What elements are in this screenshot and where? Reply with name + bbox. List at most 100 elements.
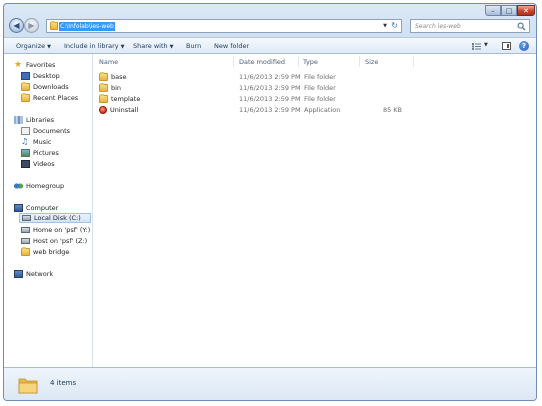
chevron-down-icon: ▼ [169,44,174,50]
nav-pictures-label: Pictures [33,149,59,157]
libraries-icon [14,116,23,124]
nav-host-psf-label: Host on 'psf' (Z:) [33,237,88,245]
chevron-down-icon[interactable]: ▼ [484,42,488,48]
file-type: Application [304,106,341,114]
folder-icon [21,247,30,256]
pictures-icon [21,149,30,157]
table-row[interactable]: Uninstall 11/6/2013 2:59 PM Application … [99,105,529,115]
file-type: File folder [304,84,336,92]
downloads-icon [21,82,30,91]
network-drive-icon [21,238,30,244]
maximize-button[interactable]: □ [501,5,517,16]
recent-places-icon [21,93,30,102]
chevron-down-icon[interactable]: ▼ [383,23,387,29]
search-box[interactable]: Search ies-web [410,19,530,33]
file-size: 85 KB [382,106,402,114]
documents-icon [21,127,30,135]
nav-web-bridge-label: web bridge [33,248,70,256]
include-in-library-button[interactable]: Include in library ▼ [64,42,125,50]
nav-libraries[interactable]: Libraries [14,115,54,125]
nav-local-disk[interactable]: Local Disk (C:) [19,213,91,223]
nav-videos[interactable]: Videos [21,159,55,169]
search-input[interactable]: Search ies-web [415,23,461,30]
preview-pane-icon[interactable] [502,42,511,50]
title-bar: – □ ✕ ◀ ▶ C:\Infolab\ies-web ▼ ↻ Search … [4,4,536,38]
views-icon[interactable] [472,43,481,50]
table-row[interactable]: bin 11/6/2013 2:59 PM File folder [99,83,529,93]
address-bar[interactable]: C:\Infolab\ies-web ▼ ↻ [46,19,402,33]
nav-downloads[interactable]: Downloads [21,82,69,92]
new-folder-button[interactable]: New folder [214,42,249,50]
nav-documents-label: Documents [33,127,71,135]
nav-computer-label: Computer [26,204,59,212]
explorer-window: – □ ✕ ◀ ▶ C:\Infolab\ies-web ▼ ↻ Search … [3,3,537,401]
computer-icon [14,204,23,212]
file-name-cell: bin [99,83,122,92]
column-divider[interactable] [233,56,234,67]
homegroup-icon [14,182,23,190]
column-header-type[interactable]: Type [303,58,318,66]
folder-icon [99,83,108,92]
column-header-date[interactable]: Date modified [239,58,285,66]
column-header-size[interactable]: Size [365,58,378,66]
search-icon[interactable] [517,22,526,31]
nav-music-label: Music [33,138,52,146]
nav-libraries-label: Libraries [26,116,55,124]
share-with-button[interactable]: Share with ▼ [133,42,173,50]
file-date: 11/6/2013 2:59 PM [239,106,301,114]
nav-homegroup-label: Homegroup [26,182,65,190]
nav-home-psf[interactable]: Home on 'psf' (Y:) [21,225,90,235]
include-in-library-label: Include in library [64,42,119,50]
file-type: File folder [304,95,336,103]
minimize-button[interactable]: – [485,5,501,16]
refresh-icon[interactable]: ↻ [391,21,398,30]
forward-button[interactable]: ▶ [24,18,39,33]
organize-label: Organize [16,42,46,50]
close-button[interactable]: ✕ [517,5,535,16]
nav-computer[interactable]: Computer [14,203,58,213]
column-divider[interactable] [413,56,414,67]
organize-button[interactable]: Organize ▼ [16,42,51,50]
nav-host-psf[interactable]: Host on 'psf' (Z:) [21,236,87,246]
file-name-cell: base [99,72,127,81]
column-divider[interactable] [359,56,360,67]
nav-favorites[interactable]: ★ Favorites [14,60,55,70]
navigation-pane: ★ Favorites Desktop Downloads Recent Pla… [4,54,93,367]
file-date: 11/6/2013 2:59 PM [239,84,301,92]
nav-recent-places[interactable]: Recent Places [21,93,78,103]
table-row[interactable]: template 11/6/2013 2:59 PM File folder [99,94,529,104]
chevron-down-icon: ▼ [120,44,125,50]
nav-network[interactable]: Network [14,269,53,279]
nav-recent-places-label: Recent Places [33,94,79,102]
file-name: template [111,95,141,103]
column-header-name[interactable]: Name [99,58,118,66]
command-bar: Organize ▼ Include in library ▼ Share with… [4,37,536,54]
uninstall-icon [99,106,107,114]
folder-icon [99,72,108,81]
share-with-label: Share with [133,42,168,50]
file-name: Uninstall [110,106,139,114]
nav-videos-label: Videos [33,160,55,168]
back-button[interactable]: ◀ [9,18,24,33]
address-path[interactable]: C:\Infolab\ies-web [59,22,115,31]
file-date: 11/6/2013 2:59 PM [239,73,301,81]
nav-documents[interactable]: Documents [21,126,70,136]
network-drive-icon [21,227,30,233]
help-icon[interactable]: ? [519,41,529,51]
nav-desktop[interactable]: Desktop [21,71,60,81]
file-name: bin [111,84,122,92]
table-row[interactable]: base 11/6/2013 2:59 PM File folder [99,72,529,82]
nav-pictures[interactable]: Pictures [21,148,59,158]
file-name-cell: Uninstall [99,106,138,114]
nav-music[interactable]: ♫ Music [21,137,52,147]
column-divider[interactable] [298,56,299,67]
folder-icon [99,94,108,103]
videos-icon [21,160,30,168]
nav-web-bridge[interactable]: web bridge [21,247,69,257]
folder-icon [18,378,38,394]
forward-arrow-icon: ▶ [28,20,35,30]
nav-homegroup[interactable]: Homegroup [14,181,64,191]
burn-button[interactable]: Burn [186,42,201,50]
star-icon: ★ [14,60,23,70]
file-date: 11/6/2013 2:59 PM [239,95,301,103]
